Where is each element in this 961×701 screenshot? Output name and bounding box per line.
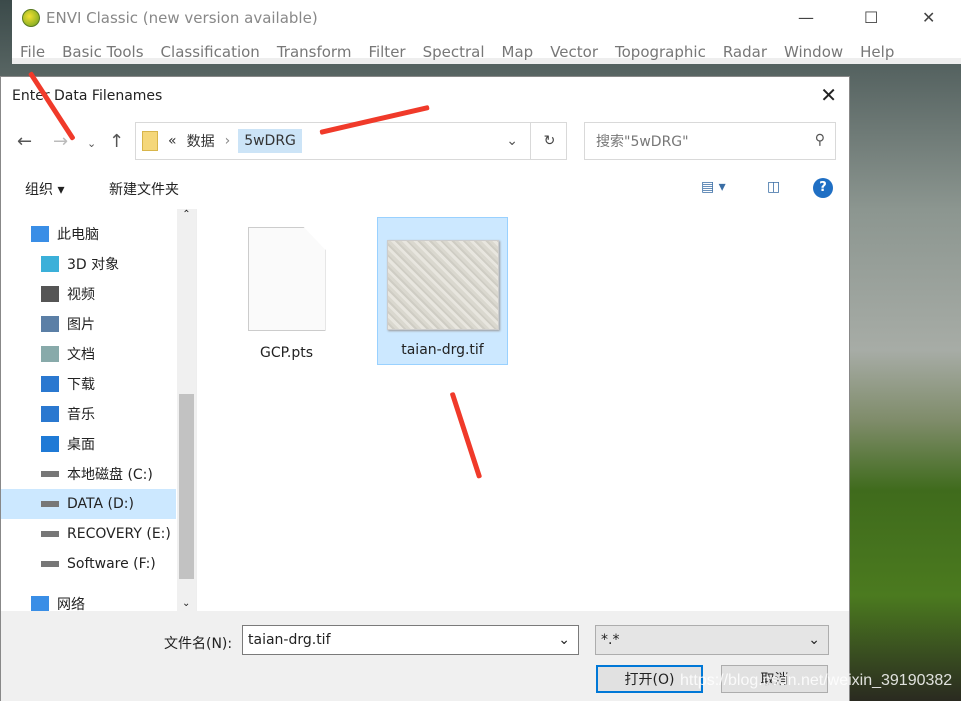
search-icon: ⚲ (814, 132, 825, 148)
nav-item[interactable]: 视频 (1, 279, 176, 309)
chevron-down-icon: ⌄ (808, 632, 820, 648)
open-file-dialog: Enter Data Filenames ✕ ← → ⌄ ↑ « 数据 › 5w… (0, 76, 850, 701)
envi-logo-icon (22, 9, 40, 27)
organize-button[interactable]: 组织 ▾ (25, 179, 64, 199)
desktop-icon (41, 436, 59, 452)
chevron-down-icon[interactable]: ⌄ (558, 632, 570, 648)
envi-menubar: File Basic Tools Classification Transform Fi… (20, 43, 894, 61)
filename-label: 文件名(N): (164, 636, 233, 652)
forward-arrow-icon[interactable]: → (53, 131, 68, 152)
new-folder-button[interactable]: 新建文件夹 (109, 179, 179, 199)
nav-item-label: DATA (D:) (67, 496, 134, 512)
envi-title: ENVI Classic (new version available) (46, 9, 318, 27)
nav-item[interactable]: DATA (D:) (1, 489, 176, 519)
computer-icon (31, 226, 49, 242)
maximize-icon[interactable]: ☐ (864, 8, 878, 27)
nav-item-label: 图片 (67, 317, 95, 333)
nav-item[interactable]: 此电脑 (1, 219, 176, 249)
video-icon (41, 286, 59, 302)
preview-pane-icon[interactable]: ◫ (767, 179, 780, 195)
view-options-icon[interactable]: ▤ ▾ (701, 179, 726, 195)
drive-icon (41, 561, 59, 567)
nav-item[interactable]: 本地磁盘 (C:) (1, 459, 176, 489)
refresh-button[interactable]: ↻ (530, 122, 568, 160)
nav-item[interactable]: 图片 (1, 309, 176, 339)
file-item[interactable]: GCP.pts (221, 217, 352, 365)
folder-icon (142, 131, 158, 151)
address-dropdown-icon[interactable]: ⌄ (506, 133, 518, 149)
watermark: https://blog.csdn.net/weixin_39190382 (680, 672, 953, 689)
drive-icon (41, 471, 59, 477)
close-icon[interactable]: ✕ (922, 8, 935, 27)
nav-item[interactable]: 桌面 (1, 429, 176, 459)
picture-icon (41, 316, 59, 332)
nav-item[interactable]: RECOVERY (E:) (1, 519, 176, 549)
envi-title-bar: ENVI Classic (new version available) (22, 9, 318, 27)
up-arrow-icon[interactable]: ↑ (109, 131, 124, 152)
menu-help[interactable]: Help (860, 43, 894, 61)
menu-topographic[interactable]: Topographic (615, 43, 706, 61)
nav-item[interactable]: Software (F:) (1, 549, 176, 579)
menu-classification[interactable]: Classification (161, 43, 260, 61)
image-thumbnail (386, 240, 499, 330)
download-icon (41, 376, 59, 392)
drive-icon (41, 501, 59, 507)
scrollbar-thumb[interactable] (179, 394, 194, 579)
nav-item-label: 音乐 (67, 407, 95, 423)
menu-map[interactable]: Map (502, 43, 534, 61)
file-type-select[interactable]: *.* ⌄ (595, 625, 829, 655)
document-icon (41, 346, 59, 362)
dialog-title: Enter Data Filenames (12, 88, 163, 104)
menu-transform[interactable]: Transform (277, 43, 352, 61)
breadcrumb-item-current[interactable]: 5wDRG (238, 129, 302, 153)
search-input[interactable]: 搜索"5wDRG" ⚲ (584, 122, 836, 160)
nav-item[interactable]: 3D 对象 (1, 249, 176, 279)
breadcrumb-item[interactable]: 数据 (187, 131, 215, 151)
music-icon (41, 406, 59, 422)
nav-item-label: 视频 (67, 287, 95, 303)
nav-item-label: 本地磁盘 (C:) (67, 467, 153, 483)
recent-chevron-icon[interactable]: ⌄ (87, 137, 96, 150)
filename-input[interactable]: taian-drg.tif ⌄ (242, 625, 579, 655)
help-icon[interactable]: ? (813, 178, 833, 198)
nav-item-label: 此电脑 (57, 227, 99, 243)
menu-window[interactable]: Window (784, 43, 843, 61)
file-item-selected[interactable]: taian-drg.tif (377, 217, 508, 365)
nav-item[interactable]: 文档 (1, 339, 176, 369)
menu-basic-tools[interactable]: Basic Tools (62, 43, 143, 61)
document-icon (247, 227, 326, 331)
network-icon (31, 596, 49, 612)
dialog-close-icon[interactable]: ✕ (820, 83, 837, 107)
nav-item-label: 桌面 (67, 437, 95, 453)
envi-main-window: ENVI Classic (new version available) — ☐… (12, 0, 961, 64)
nav-item-label: Software (F:) (67, 556, 156, 572)
menu-vector[interactable]: Vector (550, 43, 598, 61)
menu-filter[interactable]: Filter (368, 43, 405, 61)
nav-scrollbar[interactable]: ⌃ ⌄ (177, 209, 196, 611)
nav-item[interactable]: 下载 (1, 369, 176, 399)
nav-item[interactable]: 音乐 (1, 399, 176, 429)
nav-item-label: RECOVERY (E:) (67, 526, 171, 542)
menu-radar[interactable]: Radar (723, 43, 767, 61)
back-arrow-icon[interactable]: ← (17, 131, 32, 152)
nav-item-label: 下载 (67, 377, 95, 393)
nav-item-label: 文档 (67, 347, 95, 363)
navigation-pane: 网络 Software (F:) RECOVERY (E:) DATA (D:) 本地磁… (1, 209, 197, 613)
breadcrumb-overflow[interactable]: « (168, 133, 177, 149)
menu-file[interactable]: File (20, 43, 45, 61)
menu-spectral[interactable]: Spectral (423, 43, 485, 61)
drive-icon (41, 531, 59, 537)
minimize-icon[interactable]: — (798, 8, 814, 27)
nav-item-label: 3D 对象 (67, 257, 120, 273)
cube-icon (41, 256, 59, 272)
